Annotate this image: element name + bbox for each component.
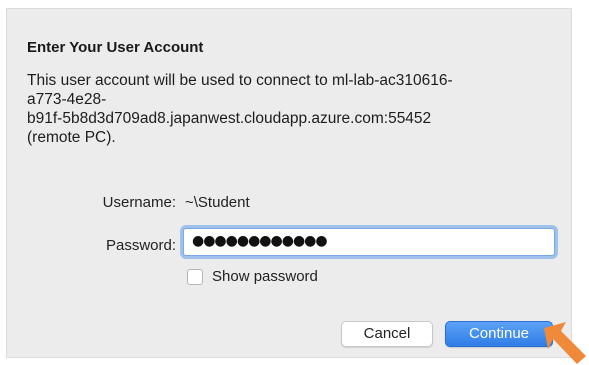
show-password-option[interactable]: Show password bbox=[187, 268, 318, 285]
password-field[interactable]: ●●●●●●●●●●●● bbox=[183, 228, 555, 256]
orange-arrow-icon bbox=[544, 322, 586, 364]
show-password-label[interactable]: Show password bbox=[212, 268, 318, 285]
cancel-button[interactable]: Cancel bbox=[341, 321, 433, 347]
dialog-title: Enter Your User Account bbox=[27, 39, 204, 56]
dialog-message: This user account will be used to connec… bbox=[27, 72, 453, 146]
password-label: Password: bbox=[105, 237, 176, 254]
username-value: ~\Student bbox=[185, 194, 250, 211]
login-dialog: Enter Your User Account This user accoun… bbox=[6, 8, 572, 358]
username-label: Username: bbox=[102, 194, 176, 211]
show-password-checkbox[interactable] bbox=[187, 268, 203, 285]
continue-button[interactable]: Continue bbox=[445, 321, 553, 347]
